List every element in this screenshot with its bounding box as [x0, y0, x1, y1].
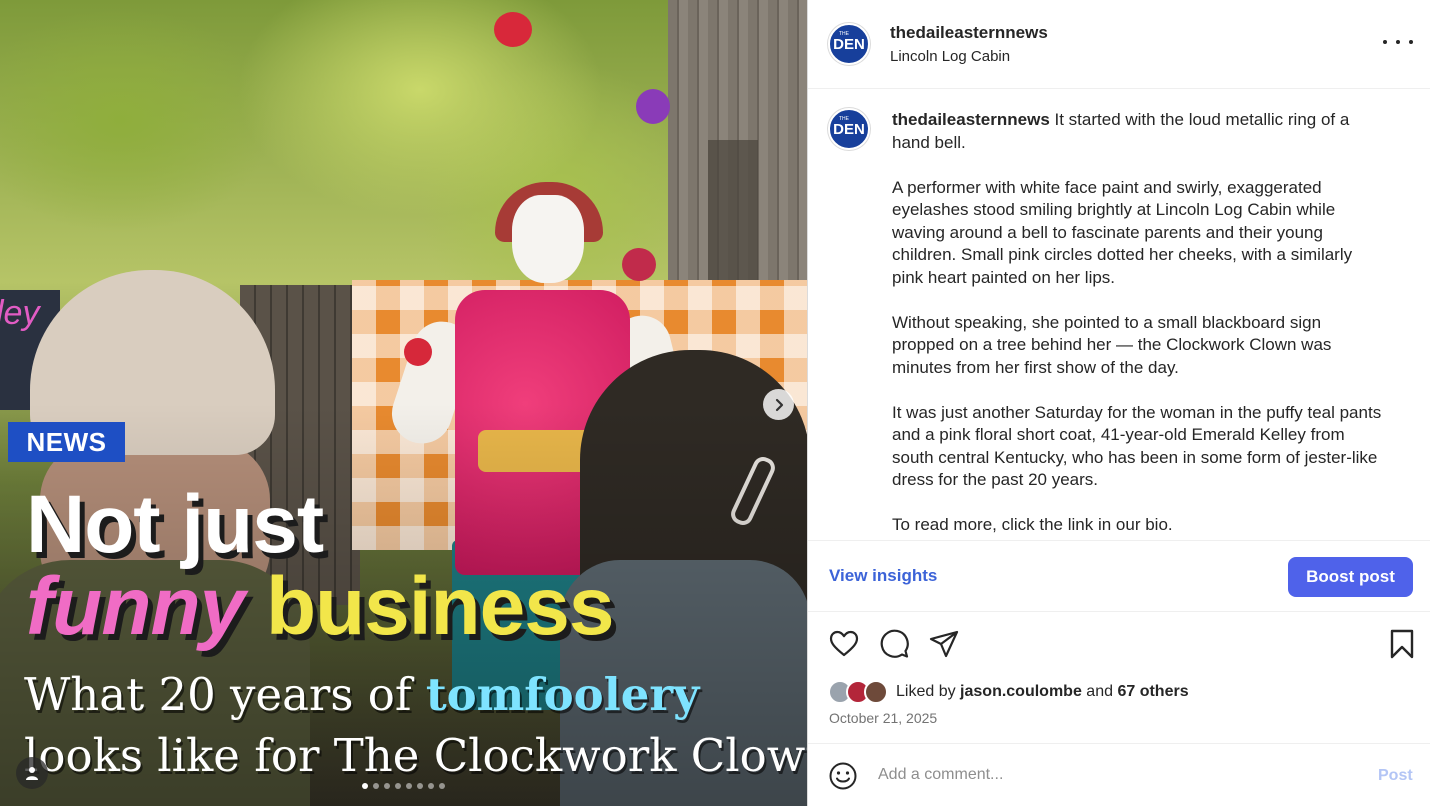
avatar-text: DEN: [833, 35, 865, 53]
likes-summary: Liked by jason.coulombe and 67 others: [828, 680, 1189, 704]
liked-by-and: and: [1086, 683, 1113, 700]
liker-avatar[interactable]: [864, 680, 888, 704]
caption-username[interactable]: thedaileasternnews: [892, 110, 1050, 129]
caption-paragraph: thedaileasternnews It started with the l…: [892, 109, 1382, 154]
person-icon: [26, 767, 38, 780]
carousel-dot: [406, 783, 412, 789]
post-comment-button[interactable]: Post: [1378, 767, 1413, 785]
liked-by-others[interactable]: 67 others: [1117, 683, 1188, 700]
account-username[interactable]: thedaileasternnews: [890, 23, 1048, 43]
post-location[interactable]: Lincoln Log Cabin: [890, 48, 1010, 65]
subhead-highlight: tomfoolery: [425, 668, 700, 721]
liked-by-user[interactable]: jason.coulombe: [960, 683, 1082, 700]
more-dot-icon: [1396, 40, 1400, 44]
post-media[interactable]: ley NEWS Not just funny business What 20…: [0, 0, 807, 806]
caption-paragraph: To read more, click the link in our bio.: [892, 515, 1173, 534]
news-badge: NEWS: [8, 422, 125, 462]
carousel-dot: [428, 783, 434, 789]
avatar-small-text: THE: [839, 31, 849, 37]
more-dot-icon: [1409, 40, 1413, 44]
carousel-dot: [417, 783, 423, 789]
more-dot-icon: [1383, 40, 1387, 44]
insights-bar: View insights Boost post: [808, 540, 1430, 612]
comment-bar: Post: [808, 743, 1430, 806]
next-slide-button[interactable]: [763, 389, 794, 420]
more-options-button[interactable]: [1383, 30, 1413, 54]
comment-icon[interactable]: [878, 628, 910, 660]
avatar-text: DEN: [833, 120, 865, 138]
post-header: THE DEN thedaileasternnews Lincoln Log C…: [808, 0, 1430, 89]
headline-line-2: funny business: [26, 566, 614, 648]
boost-post-button[interactable]: Boost post: [1288, 557, 1413, 597]
headline-word-funny: funny: [26, 561, 245, 652]
subhead-prefix: What 20 years of: [24, 668, 412, 721]
bookmark-icon[interactable]: [1386, 628, 1418, 660]
chevron-right-icon: [775, 398, 783, 411]
caption-text: thedaileasternnews It started with the l…: [892, 109, 1382, 540]
post-actions: Liked by jason.coulombe and 67 others Oc…: [808, 612, 1430, 742]
account-avatar[interactable]: THE DEN: [828, 23, 870, 65]
headline-line-1: Not just: [26, 479, 324, 570]
view-insights-link[interactable]: View insights: [829, 566, 937, 586]
caption-paragraph: Without speaking, she pointed to a small…: [892, 312, 1332, 377]
liked-by-prefix: Liked by: [896, 683, 956, 700]
caption-paragraph: A performer with white face paint and sw…: [892, 177, 1353, 287]
heart-icon[interactable]: [828, 628, 860, 660]
tagged-people-button[interactable]: [16, 757, 48, 789]
carousel-dot: [395, 783, 401, 789]
comment-input[interactable]: [878, 766, 1338, 784]
carousel-dot: [384, 783, 390, 789]
carousel-dot: [362, 783, 368, 789]
carousel-dot: [373, 783, 379, 789]
post-date[interactable]: October 21, 2025: [829, 710, 937, 726]
post-panel: THE DEN thedaileasternnews Lincoln Log C…: [807, 0, 1430, 806]
emoji-icon[interactable]: [828, 761, 858, 791]
avatar-small-text: THE: [839, 116, 849, 122]
headline-word-business: business: [265, 561, 614, 652]
carousel-indicator: [362, 783, 445, 789]
carousel-dot: [439, 783, 445, 789]
subhead-line-1: What 20 years of tomfoolery: [24, 672, 699, 717]
caption-avatar[interactable]: THE DEN: [828, 108, 870, 150]
caption-paragraph: It was just another Saturday for the wom…: [892, 402, 1382, 490]
subhead-line-2: looks like for The Clockwork Clown: [24, 729, 807, 782]
caption-area: THE DEN thedaileasternnews It started wi…: [808, 90, 1430, 540]
share-icon[interactable]: [928, 628, 960, 660]
liked-by-text: Liked by jason.coulombe and 67 others: [896, 683, 1189, 701]
